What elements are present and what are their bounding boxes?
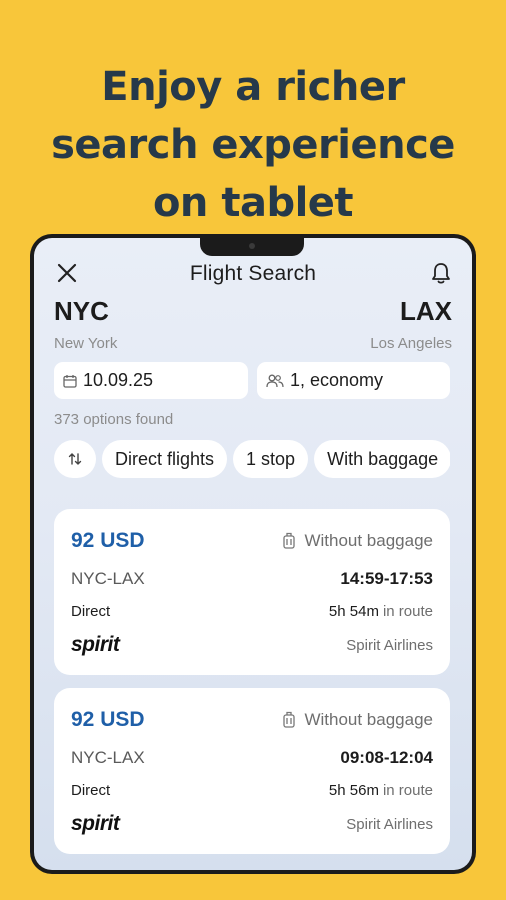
flight-duration: 5h 54m in route (329, 603, 433, 620)
destination-code[interactable]: LAX (400, 296, 452, 327)
baggage-label: Without baggage (304, 531, 433, 550)
chip-with-baggage[interactable]: With baggage (314, 440, 450, 478)
duration-value: 5h 56m (328, 782, 379, 799)
top-bar: Flight Search (34, 254, 472, 294)
duration-suffix: in route (382, 603, 433, 620)
airline-logo: spirit (71, 633, 120, 656)
bell-icon[interactable] (428, 260, 454, 286)
airline-logo: spirit (71, 812, 120, 835)
sort-button[interactable] (54, 440, 96, 478)
calendar-icon (63, 374, 77, 388)
airline-name: Spirit Airlines (346, 816, 433, 833)
baggage-info: Without baggage (282, 710, 433, 730)
camera-icon (249, 243, 255, 249)
flight-times: 14:59-17:53 (340, 569, 433, 588)
promo-headline: Enjoy a richer search experience on tabl… (0, 58, 506, 232)
flight-duration: 5h 56m in route (329, 782, 433, 799)
page-title: Flight Search (189, 262, 317, 285)
baggage-label: Without baggage (304, 710, 433, 729)
camera-notch (200, 234, 304, 256)
flight-price: 92 USD (71, 708, 145, 731)
baggage-info: Without baggage (282, 531, 433, 551)
passengers-icon (266, 374, 284, 387)
luggage-icon (283, 711, 296, 728)
duration-suffix: in route (382, 782, 433, 799)
sort-icon (68, 453, 82, 465)
filter-chips: Direct flights 1 stop With baggage (54, 440, 450, 480)
destination-city: Los Angeles (370, 335, 452, 352)
flight-card[interactable]: 92 USD Without baggage NYC-LAX 09:08-12:… (54, 688, 450, 854)
flight-price: 92 USD (71, 529, 145, 552)
passengers-field[interactable]: 1, economy (257, 362, 450, 399)
flight-route: NYC-LAX (71, 748, 145, 767)
headline-line-3: on tablet (152, 180, 354, 226)
origin-code[interactable]: NYC (54, 296, 109, 327)
tablet-screen: Flight Search NYC LAX New York Los Angel… (34, 238, 472, 870)
chip-1-stop[interactable]: 1 stop (233, 440, 309, 478)
headline-line-1: Enjoy a richer (101, 64, 405, 110)
date-value: 10.09.25 (83, 370, 154, 390)
chip-direct-flights[interactable]: Direct flights (102, 440, 228, 478)
duration-value: 5h 54m (328, 603, 379, 620)
flight-card[interactable]: 92 USD Without baggage NYC-LAX 14:59-17:… (54, 509, 450, 675)
passengers-value: 1, economy (290, 370, 384, 390)
flight-stops: Direct (71, 603, 111, 620)
tablet-frame: Flight Search NYC LAX New York Los Angel… (30, 234, 476, 874)
airline-name: Spirit Airlines (346, 637, 433, 654)
origin-city: New York (54, 335, 118, 352)
luggage-icon (283, 532, 296, 549)
date-field[interactable]: 10.09.25 (54, 362, 248, 399)
flight-stops: Direct (71, 782, 111, 799)
results-count: 373 options found (54, 411, 174, 428)
flight-times: 09:08-12:04 (340, 748, 433, 767)
flight-route: NYC-LAX (71, 569, 145, 588)
headline-line-2: search experience (51, 122, 455, 168)
